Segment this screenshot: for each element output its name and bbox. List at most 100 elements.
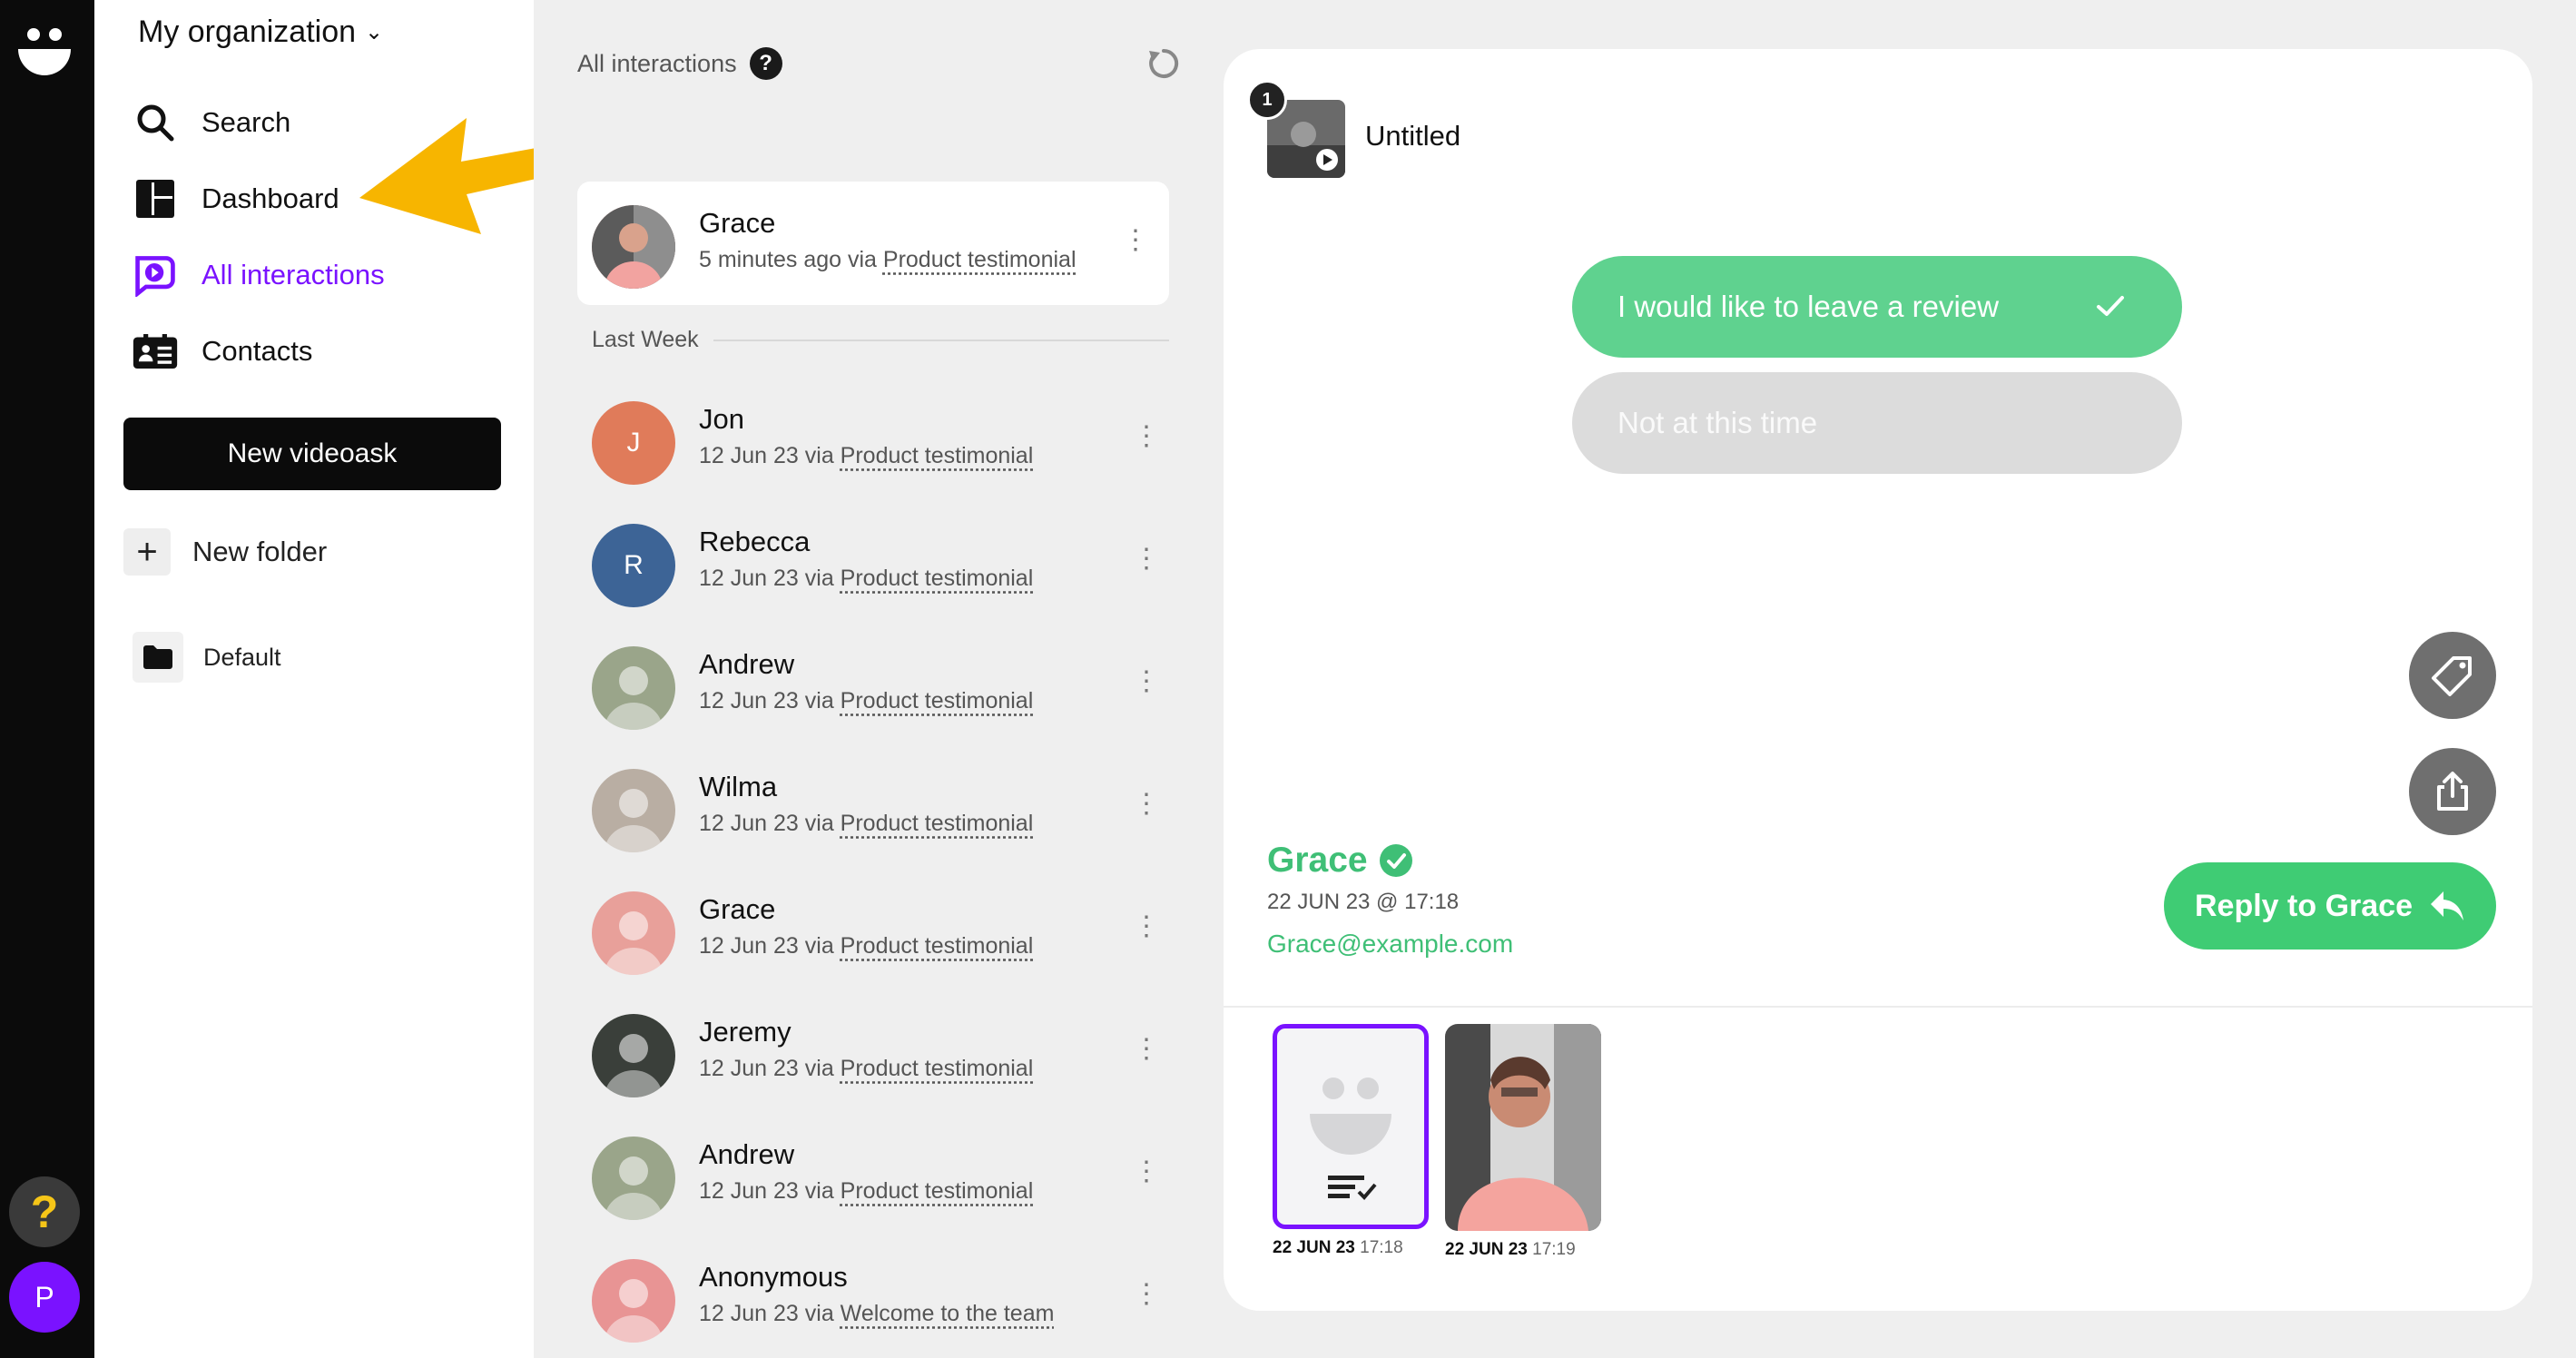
interaction-meta: 12 Jun 23 via Product testimonial — [699, 443, 1033, 469]
interaction-date: 12 Jun 23 via — [699, 1301, 834, 1326]
help-icon[interactable]: ? — [749, 47, 782, 80]
list-item[interactable]: Andrew 12 Jun 23 via Product testimonial ⋮ — [592, 641, 1169, 732]
interaction-meta: 12 Jun 23 via Product testimonial — [699, 688, 1033, 714]
videoask-logo-icon[interactable] — [16, 24, 73, 80]
list-item[interactable]: Andrew 12 Jun 23 via Product testimonial ⋮ — [592, 1131, 1169, 1222]
nav-all-interactions-label: All interactions — [202, 259, 385, 290]
nav-contacts[interactable]: Contacts — [133, 329, 312, 374]
contact-avatar — [592, 646, 675, 730]
chevron-down-icon: ⌄ — [365, 20, 384, 44]
share-button[interactable] — [2409, 748, 2496, 835]
contact-avatar — [592, 769, 675, 852]
interaction-source[interactable]: Product testimonial — [841, 1178, 1034, 1204]
step-number-badge: 1 — [1247, 80, 1287, 120]
new-videoask-button[interactable]: New videoask — [123, 418, 501, 490]
step-thumbnail — [1273, 1024, 1429, 1229]
interaction-meta: 12 Jun 23 via Product testimonial — [699, 933, 1033, 959]
choice-no-label: Not at this time — [1617, 406, 1818, 439]
more-options-icon[interactable]: ⋮ — [1133, 423, 1160, 450]
interaction-detail: 1 Untitled I would like to leave a revie… — [1224, 49, 2532, 1311]
org-name: My organization — [138, 15, 357, 49]
folder-default[interactable]: Default — [133, 632, 281, 683]
list-item[interactable]: Grace 5 minutes ago via Product testimon… — [592, 200, 1169, 290]
step-caption: 22 JUN 23 17:18 — [1273, 1238, 1429, 1258]
nav-all-interactions[interactable]: All interactions — [133, 252, 385, 298]
interaction-meta: 5 minutes ago via Product testimonial — [699, 247, 1077, 273]
contact-avatar: J — [592, 401, 675, 485]
help-button[interactable]: ? — [9, 1176, 80, 1247]
new-folder-label: New folder — [192, 536, 328, 567]
more-options-icon[interactable]: ⋮ — [1133, 791, 1160, 818]
interaction-date: 12 Jun 23 via — [699, 688, 834, 713]
list-item[interactable]: Wilma 12 Jun 23 via Product testimonial ⋮ — [592, 763, 1169, 854]
more-options-icon[interactable]: ⋮ — [1133, 668, 1160, 695]
more-options-icon[interactable]: ⋮ — [1133, 1158, 1160, 1186]
more-options-icon[interactable]: ⋮ — [1122, 227, 1149, 254]
step-card-video[interactable]: 22 JUN 23 17:19 — [1445, 1024, 1601, 1260]
section-title: Last Week — [592, 327, 699, 352]
contact-avatar — [592, 1137, 675, 1220]
interaction-source[interactable]: Product testimonial — [841, 933, 1034, 959]
nav-search[interactable]: Search — [133, 100, 290, 145]
verified-icon — [1379, 844, 1412, 877]
contact-name: Jeremy — [699, 1016, 791, 1048]
interaction-date: 12 Jun 23 via — [699, 1178, 834, 1204]
interaction-time: 5 minutes ago via — [699, 247, 877, 272]
user-avatar[interactable]: P — [9, 1262, 80, 1333]
contact-name: Rebecca — [699, 526, 811, 557]
contact-email[interactable]: Grace@example.com — [1267, 930, 1513, 959]
contact-name: Andrew — [699, 648, 795, 680]
nav-search-label: Search — [202, 106, 291, 138]
interaction-source[interactable]: Product testimonial — [841, 688, 1034, 713]
interaction-source[interactable]: Product testimonial — [841, 811, 1034, 836]
tag-button[interactable] — [2409, 632, 2496, 719]
reply-button[interactable]: Reply to Grace — [2164, 862, 2496, 950]
nav-contacts-label: Contacts — [202, 335, 313, 367]
list-header: All interactions ? — [577, 47, 782, 80]
list-item[interactable]: Grace 12 Jun 23 via Product testimonial ⋮ — [592, 886, 1169, 977]
list-item[interactable]: Jeremy 12 Jun 23 via Product testimonial ⋮ — [592, 1009, 1169, 1099]
dashboard-icon — [133, 176, 178, 221]
more-options-icon[interactable]: ⋮ — [1133, 1281, 1160, 1308]
choice-selected: I would like to leave a review — [1572, 256, 2182, 358]
step-time: 17:19 — [1532, 1240, 1576, 1259]
interaction-date: 12 Jun 23 via — [699, 811, 834, 836]
interaction-meta: 12 Jun 23 via Product testimonial — [699, 1056, 1033, 1082]
tag-icon — [2432, 656, 2472, 696]
list-item[interactable]: R Rebecca 12 Jun 23 via Product testimonia… — [592, 518, 1169, 609]
reply-label: Reply to Grace — [2195, 888, 2413, 923]
interaction-source[interactable]: Product testimonial — [883, 247, 1077, 272]
selected-interaction-card[interactable]: Grace 5 minutes ago via Product testimon… — [577, 182, 1169, 305]
smiley-placeholder-icon — [1310, 1078, 1391, 1200]
list-item[interactable]: Anonymous 12 Jun 23 via Welcome to the te… — [592, 1254, 1169, 1344]
choice-yes-label: I would like to leave a review — [1617, 290, 2000, 323]
left-rail: ? P — [0, 0, 94, 1358]
step-card-form[interactable]: 22 JUN 23 17:18 — [1273, 1024, 1429, 1258]
contacts-icon — [133, 329, 178, 374]
nav-dashboard-label: Dashboard — [202, 182, 339, 214]
more-options-icon[interactable]: ⋮ — [1133, 913, 1160, 940]
contact-name-heading[interactable]: Grace — [1267, 841, 1413, 881]
interaction-date: 12 Jun 23 via — [699, 443, 834, 468]
divider-line — [713, 339, 1169, 341]
contact-name: Jon — [699, 403, 744, 435]
interactions-icon — [133, 252, 178, 298]
more-options-icon[interactable]: ⋮ — [1133, 546, 1160, 573]
interaction-date: 12 Jun 23 via — [699, 933, 834, 959]
list-item[interactable]: J Jon 12 Jun 23 via Product testimonial ⋮ — [592, 396, 1169, 487]
nav-dashboard[interactable]: Dashboard — [133, 176, 339, 221]
contact-avatar — [592, 1014, 675, 1097]
interaction-source[interactable]: Product testimonial — [841, 1056, 1034, 1081]
interactions-list: All interactions ? Grace 5 minutes ago v… — [534, 0, 1187, 1358]
interaction-meta: 12 Jun 23 via Product testimonial — [699, 811, 1033, 837]
org-switcher[interactable]: My organization ⌄ — [138, 15, 383, 50]
interaction-source[interactable]: Product testimonial — [841, 443, 1034, 468]
interaction-source[interactable]: Product testimonial — [841, 566, 1034, 591]
more-options-icon[interactable]: ⋮ — [1133, 1036, 1160, 1063]
contact-name-text: Grace — [1267, 841, 1368, 880]
new-folder-button[interactable]: + New folder — [123, 528, 327, 576]
refresh-icon[interactable] — [1145, 45, 1182, 82]
interaction-source[interactable]: Welcome to the team — [841, 1301, 1055, 1326]
app-root: ? P My organization ⌄ Search Dashboard A… — [0, 0, 2576, 1358]
folder-default-label: Default — [203, 643, 281, 671]
